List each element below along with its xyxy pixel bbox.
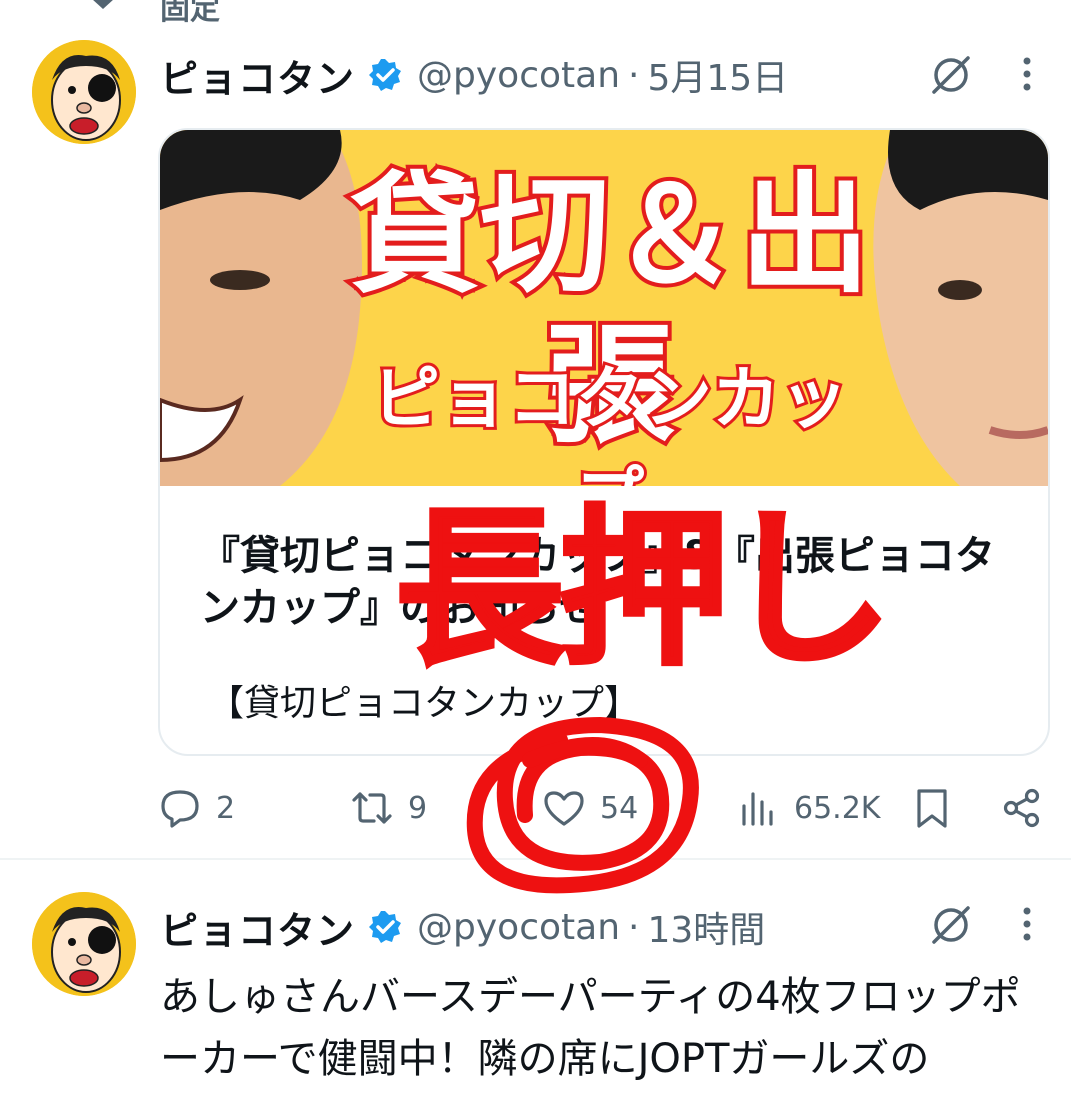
share-icon [1003,788,1040,828]
user-handle[interactable]: @pyocotan [417,907,620,948]
verified-badge-icon [369,59,402,91]
separator-dot: · [628,54,640,96]
more-options-icon[interactable] [1022,56,1032,92]
views-chart-icon [742,792,773,826]
timestamp[interactable]: 13時間 [647,901,765,953]
display-name[interactable]: ピョコタン [160,900,355,955]
annotation-long-press-label: 長押し [393,489,895,691]
tweet-text: あしゅさんバースデーパーティの4枚フロップポーカーで健闘中！隣の席にJOPTガー… [160,974,1021,1082]
view-count: 65.2K [794,790,881,826]
reply-icon [161,790,199,828]
reply-button[interactable]: 2 [158,780,235,836]
verified-badge-icon [369,911,402,943]
timestamp[interactable]: 5月15日 [647,49,788,101]
tweet-header: ピョコタン @pyocotan · 13時間 [160,900,765,955]
pinned-indicator [88,0,118,18]
card-thumbnail: 貸切＆出張 ピョコタンカップ [160,130,1048,486]
like-count: 54 [600,790,639,826]
share-button[interactable] [1000,780,1058,836]
user-handle[interactable]: @pyocotan [417,55,620,96]
pin-icon [93,0,113,9]
reply-count: 2 [216,790,236,826]
tweet-header: ピョコタン @pyocotan · 5月15日 [160,48,788,103]
avatar-face-icon [32,40,136,144]
separator-dot: · [628,906,640,948]
repost-icon [352,792,392,824]
thumb-title-line2: ピョコタンカップ [369,357,851,486]
views-button[interactable]: 65.2K [736,780,880,836]
heart-icon [544,791,584,826]
bookmark-icon [917,789,947,828]
grok-icon[interactable] [928,52,974,98]
more-options-icon[interactable] [1022,906,1032,942]
pinned-label: 固定 [160,0,220,27]
avatar[interactable] [32,892,136,996]
bookmark-button[interactable] [910,780,968,836]
avatar[interactable] [32,40,136,144]
display-name[interactable]: ピョコタン [160,48,355,103]
repost-button[interactable]: 9 [350,780,427,836]
repost-count: 9 [408,790,428,826]
tweet-divider [0,858,1071,860]
action-bar: 2 9 54 65.2K [158,780,1048,836]
grok-icon[interactable] [928,902,974,948]
like-button[interactable]: 54 [542,780,638,836]
avatar-face-icon [32,892,136,996]
